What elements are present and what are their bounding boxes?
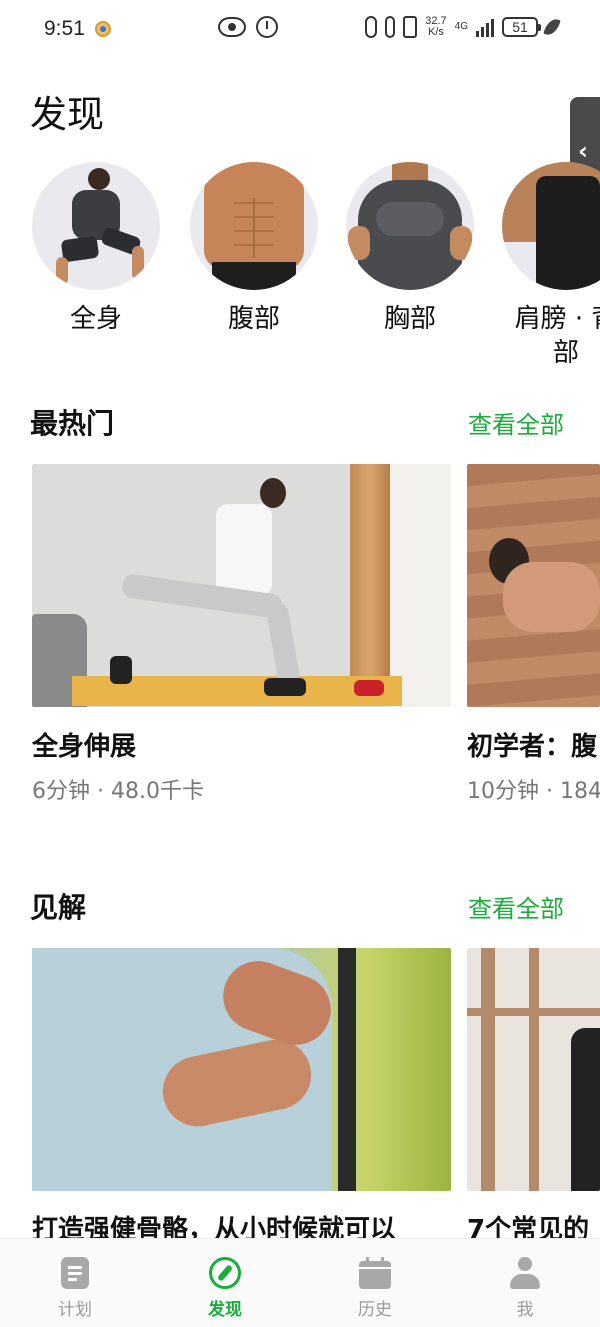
- category-image: [346, 162, 474, 290]
- leaf-icon: [543, 16, 561, 38]
- signal-icon: [476, 17, 494, 37]
- net-speed: 32.7 K/s: [425, 15, 447, 38]
- insights-see-all-link[interactable]: 查看全部: [468, 889, 564, 924]
- category-abs[interactable]: 腹部: [190, 162, 318, 336]
- status-bar: 9:51 32.7 K/s 4G 51: [0, 0, 600, 60]
- bluetooth-icon: [365, 16, 378, 38]
- microphone-icon: [385, 16, 396, 38]
- battery-icon: 51: [502, 17, 541, 37]
- category-label: 肩膀 · 背部: [514, 304, 600, 368]
- nav-plan[interactable]: 计划: [25, 1257, 125, 1320]
- category-label: 腹部: [227, 304, 280, 334]
- category-shoulders-back[interactable]: 肩膀 · 背部: [502, 162, 600, 370]
- category-label: 全身: [69, 304, 122, 334]
- category-chest[interactable]: 胸部: [346, 162, 474, 336]
- category-image: [190, 162, 318, 290]
- workout-card-image[interactable]: [32, 464, 451, 707]
- article-card-image[interactable]: [32, 948, 451, 1191]
- app-notification-icon: [95, 21, 111, 37]
- nav-history-label: 历史: [358, 1300, 392, 1320]
- status-time: 9:51: [44, 17, 85, 40]
- person-icon: [509, 1257, 541, 1289]
- nav-plan-label: 计划: [58, 1300, 92, 1320]
- compass-icon: [209, 1257, 241, 1289]
- workout-card-meta: 10分钟 · 184: [467, 779, 600, 804]
- calendar-icon: [359, 1257, 391, 1289]
- workout-card-title: 全身伸展: [32, 732, 137, 762]
- category-full-body[interactable]: 全身: [32, 162, 160, 336]
- nav-me[interactable]: 我: [475, 1257, 575, 1320]
- category-image: [32, 162, 160, 290]
- eye-icon: [218, 17, 246, 37]
- bottom-nav: 计划 发现 历史 我: [0, 1238, 600, 1327]
- nav-discover-label: 发现: [208, 1300, 242, 1320]
- insights-section-title: 见解: [30, 891, 87, 924]
- category-label: 胸部: [383, 304, 436, 334]
- article-card-image[interactable]: [467, 948, 600, 1191]
- plan-icon: [59, 1257, 91, 1289]
- workout-card-image[interactable]: [467, 464, 600, 707]
- category-image: [502, 162, 600, 290]
- network-type: 4G: [454, 21, 468, 32]
- vibrate-icon: [403, 16, 418, 38]
- popular-section-title: 最热门: [30, 407, 115, 440]
- popular-see-all-link[interactable]: 查看全部: [468, 405, 564, 440]
- chevron-left-icon: ‹: [578, 137, 588, 165]
- workout-card-title: 初学者：腹: [467, 732, 598, 762]
- workout-card-meta: 6分钟 · 48.0千卡: [32, 779, 204, 804]
- alarm-icon: [256, 16, 278, 38]
- nav-discover[interactable]: 发现: [175, 1257, 275, 1320]
- nav-me-label: 我: [516, 1300, 534, 1320]
- page-title: 发现: [30, 93, 104, 136]
- nav-history[interactable]: 历史: [325, 1257, 425, 1320]
